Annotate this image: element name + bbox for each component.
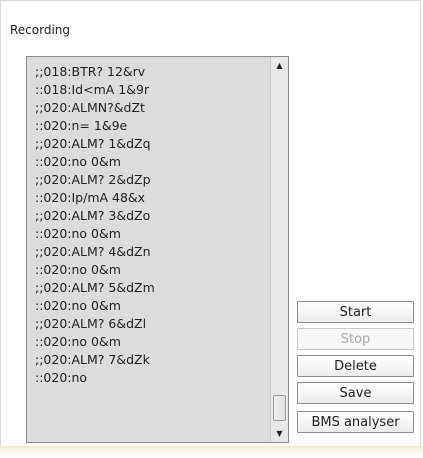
log-line[interactable]: ::020:no 0&m [35, 298, 121, 314]
log-line[interactable]: ;;020:ALM? 2&dZp [35, 172, 151, 188]
log-line[interactable]: ::020:no 0&m [35, 154, 121, 170]
log-line[interactable]: ;;020:ALM? 4&dZn [35, 244, 151, 260]
delete-button[interactable]: Delete [297, 355, 414, 377]
scrollbar-thumb[interactable] [273, 395, 286, 421]
log-line[interactable]: ;;020:ALM? 6&dZl [35, 316, 146, 332]
log-line[interactable]: ;;020:ALM? 3&dZo [35, 208, 150, 224]
log-lines: ' ;;018:BTR? 12&rv ::018:Id<mA 1&9r ;;02… [27, 57, 272, 442]
log-line[interactable]: ;;020:ALM? 5&dZm [35, 280, 155, 296]
start-button[interactable]: Start [297, 301, 414, 323]
log-line[interactable]: ;;018:BTR? 12&rv [35, 64, 145, 80]
bottom-edge-strip [0, 446, 423, 458]
vertical-scrollbar[interactable]: ▲ ▼ [270, 57, 288, 442]
log-line[interactable]: ;;020:ALM? 7&dZk [35, 352, 150, 368]
log-line[interactable]: ::020:Ip/mA 48&x [35, 190, 145, 206]
log-line[interactable]: ::020:n= 1&9e [35, 118, 127, 134]
stop-button[interactable]: Stop [297, 328, 414, 350]
log-line[interactable]: ::020:no [35, 370, 87, 386]
log-line[interactable]: ::020:no 0&m [35, 262, 121, 278]
scroll-up-arrow-icon[interactable]: ▲ [271, 57, 288, 74]
bms-analyser-button[interactable]: BMS analyser [297, 411, 414, 433]
group-title: Recording [10, 23, 71, 37]
log-line[interactable]: ;;020:ALMN?&dZt [35, 100, 145, 116]
recording-log-list[interactable]: ' ;;018:BTR? 12&rv ::018:Id<mA 1&9r ;;02… [26, 56, 289, 443]
log-line[interactable]: ::020:no 0&m [35, 334, 121, 350]
log-line[interactable]: ::020:no 0&m [35, 226, 121, 242]
recording-panel: Recording ' ;;018:BTR? 12&rv ::018:Id<mA… [0, 0, 421, 447]
scroll-down-arrow-icon[interactable]: ▼ [271, 425, 288, 442]
save-button[interactable]: Save [297, 382, 414, 404]
log-line[interactable]: ;;020:ALM? 1&dZq [35, 136, 151, 152]
log-line[interactable]: ::018:Id<mA 1&9r [35, 82, 149, 98]
